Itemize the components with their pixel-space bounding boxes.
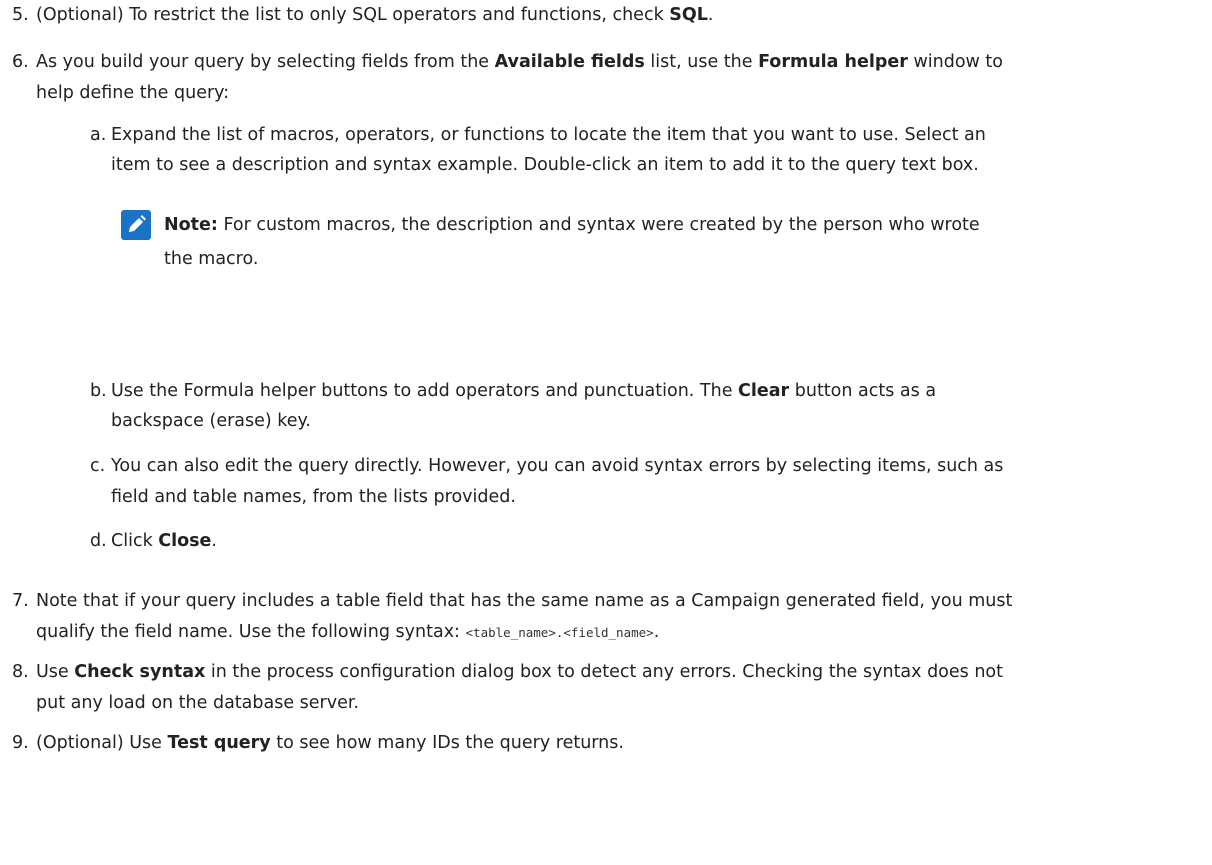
- substep-text: Use the Formula helper buttons to add op…: [111, 381, 937, 401]
- step-text: (Optional) To restrict the list to only …: [36, 5, 714, 25]
- step-text: (Optional) Use Test query to see how man…: [36, 733, 624, 753]
- substep-letter: c.: [90, 456, 106, 476]
- step-text: Use Check syntax in the process configur…: [36, 662, 1003, 682]
- step-number: 8.: [12, 662, 29, 682]
- document: 5. (Optional) To restrict the list to on…: [0, 0, 1212, 865]
- step-number: 9.: [12, 733, 29, 753]
- substep-text: You can also edit the query directly. Ho…: [111, 456, 1004, 476]
- syntax-code: <table_name>.<field_name>: [465, 625, 654, 640]
- step-text: Note that if your query includes a table…: [36, 591, 1013, 611]
- step-number: 5.: [12, 5, 29, 25]
- substep-letter: b.: [90, 381, 107, 401]
- substep-letter: d.: [90, 531, 107, 551]
- step-number: 6.: [12, 52, 29, 72]
- note: Note: For custom macros, the description…: [164, 215, 980, 269]
- substep-letter: a.: [90, 125, 107, 145]
- substep-text: Click Close.: [111, 531, 217, 551]
- step-number: 7.: [12, 591, 29, 611]
- step-text: As you build your query by selecting fie…: [36, 52, 1003, 72]
- note-text: For custom macros, the description and s…: [217, 215, 980, 235]
- note-label: Note:: [164, 215, 218, 235]
- pencil-icon: [121, 210, 151, 240]
- substep-text: Expand the list of macros, operators, or…: [111, 125, 986, 145]
